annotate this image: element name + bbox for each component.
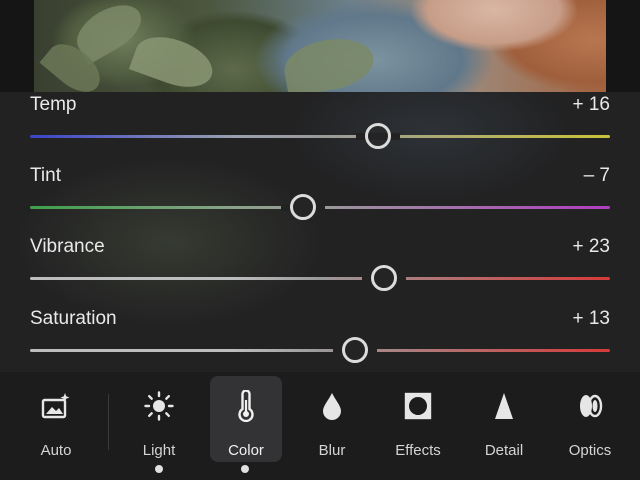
auto-enhance-icon xyxy=(40,390,72,422)
color-modified-indicator xyxy=(241,465,249,473)
photo-preview[interactable] xyxy=(0,0,640,96)
slider-label: Saturation xyxy=(30,308,117,329)
tool-color[interactable]: Color xyxy=(210,376,282,462)
toolbar-divider xyxy=(108,394,109,450)
slider-thumb[interactable] xyxy=(370,265,397,291)
tool-light[interactable]: Light xyxy=(123,376,195,462)
edit-toolbar: Auto Light Color Blur Effects Detail Opt… xyxy=(0,372,640,480)
slider-label: Temp xyxy=(30,94,77,115)
tool-effects[interactable]: Effects xyxy=(382,376,454,462)
slider-value: + 16 xyxy=(572,94,610,115)
tool-label: Detail xyxy=(484,442,524,459)
tool-detail[interactable]: Detail xyxy=(468,376,540,462)
slider-label: Tint xyxy=(30,165,61,186)
droplet-icon xyxy=(316,390,348,422)
slider-row-temp: Temp + 16 xyxy=(0,94,640,154)
slider-thumb[interactable] xyxy=(365,123,391,149)
slider-row-vibrance: Vibrance + 23 xyxy=(0,236,640,296)
lens-icon xyxy=(574,390,606,422)
slider-label: Vibrance xyxy=(30,236,105,257)
tool-label: Auto xyxy=(40,442,72,459)
photo-image xyxy=(34,0,606,96)
slider-row-tint: Tint – 7 xyxy=(0,165,640,225)
color-adjust-panel: Temp + 16 Tint – 7 Vibrance + 23 Saturat… xyxy=(0,92,640,372)
tool-label: Blur xyxy=(318,442,346,459)
tool-label: Effects xyxy=(395,442,441,459)
slider-track[interactable] xyxy=(30,277,610,280)
slider-value: + 23 xyxy=(572,236,610,257)
triangle-icon xyxy=(488,390,520,422)
tool-auto[interactable]: Auto xyxy=(20,376,92,462)
slider-value: – 7 xyxy=(583,165,610,186)
thermometer-icon xyxy=(230,390,262,422)
tool-label: Color xyxy=(228,442,264,459)
slider-row-saturation: Saturation + 13 xyxy=(0,308,640,368)
slider-thumb[interactable] xyxy=(341,337,368,363)
slider-value: + 13 xyxy=(572,308,610,329)
slider-track[interactable] xyxy=(30,135,610,138)
tool-label: Light xyxy=(142,442,176,459)
vignette-icon xyxy=(402,390,434,422)
tool-label: Optics xyxy=(568,442,612,459)
slider-track[interactable] xyxy=(30,349,610,352)
slider-thumb[interactable] xyxy=(289,194,316,220)
tool-optics[interactable]: Optics xyxy=(554,376,626,462)
light-modified-indicator xyxy=(155,465,163,473)
sun-icon xyxy=(143,390,175,422)
tool-blur[interactable]: Blur xyxy=(296,376,368,462)
